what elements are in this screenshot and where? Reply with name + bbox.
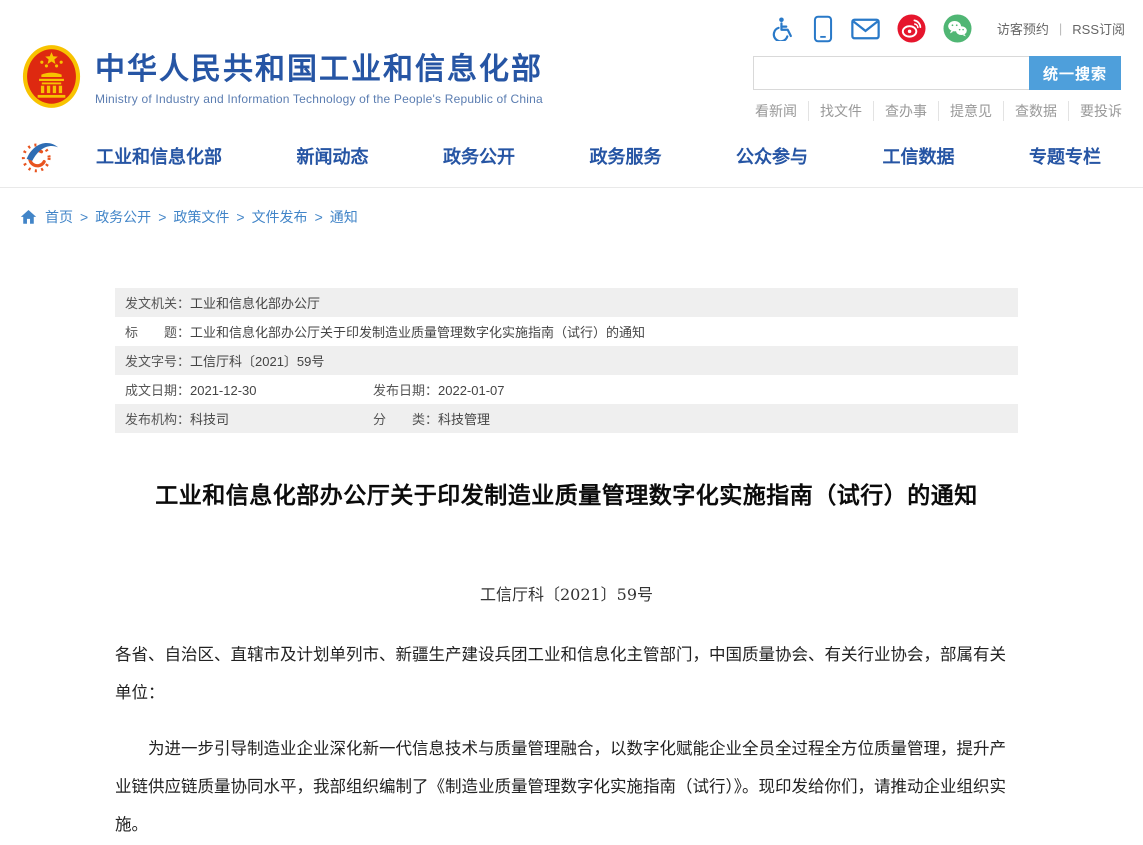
home-icon[interactable] xyxy=(20,209,37,225)
document-title: 工业和信息化部办公厅关于印发制造业质量管理数字化实施指南（试行）的通知 xyxy=(115,476,1018,510)
unified-search-button[interactable]: 统一搜索 xyxy=(1029,56,1121,90)
breadcrumb: 首页 > 政务公开 > 政策文件 > 文件发布 > 通知 xyxy=(20,207,358,227)
meta-row-issuing-office: 发文机关：工业和信息化部办公厅 xyxy=(115,288,1018,317)
document-meta-table: 发文机关：工业和信息化部办公厅 标 题：工业和信息化部办公厅关于印发制造业质量管… xyxy=(115,288,1018,433)
breadcrumb-separator: > xyxy=(236,209,244,225)
breadcrumb-home[interactable]: 首页 xyxy=(45,207,73,227)
quick-link-data[interactable]: 查数据 xyxy=(1004,101,1069,121)
meta-label: 发布机构： xyxy=(125,412,190,427)
quick-links: 看新闻 找文件 查办事 提意见 查数据 要投诉 xyxy=(753,101,1121,121)
nav-item-public-participation[interactable]: 公众参与 xyxy=(736,143,808,169)
breadcrumb-separator: > xyxy=(315,209,323,225)
breadcrumb-document-release[interactable]: 文件发布 xyxy=(252,207,308,227)
meta-value: 工业和信息化部办公厅 xyxy=(190,296,320,311)
document-number: 工信厅科〔2021〕59号 xyxy=(115,581,1018,605)
search-area: 统一搜索 看新闻 找文件 查办事 提意见 查数据 要投诉 xyxy=(753,56,1121,121)
nav-item-industry-data[interactable]: 工信数据 xyxy=(883,143,955,169)
quick-link-services[interactable]: 查办事 xyxy=(874,101,939,121)
quick-link-feedback[interactable]: 提意见 xyxy=(939,101,1004,121)
national-emblem xyxy=(22,43,81,115)
meta-label: 发文字号： xyxy=(125,354,190,369)
breadcrumb-policy-documents[interactable]: 政策文件 xyxy=(173,207,229,227)
site-header: 中华人民共和国工业和信息化部 Ministry of Industry and … xyxy=(22,36,1121,121)
main-nav: 工业和信息化部 新闻动态 政务公开 政务服务 公众参与 工信数据 专题专栏 xyxy=(0,125,1143,188)
breadcrumb-gov-disclosure[interactable]: 政务公开 xyxy=(95,207,151,227)
meta-row-publisher-category: 发布机构：科技司 分 类：科技管理 xyxy=(115,404,1018,433)
brand-text: 中华人民共和国工业和信息化部 Ministry of Industry and … xyxy=(95,51,543,107)
meta-value: 科技司 xyxy=(190,412,229,427)
meta-label: 分 类： xyxy=(373,412,438,427)
nav-item-miit[interactable]: 工业和信息化部 xyxy=(96,143,222,169)
nav-item-special-topics[interactable]: 专题专栏 xyxy=(1029,143,1101,169)
quick-link-news[interactable]: 看新闻 xyxy=(753,101,809,121)
breadcrumb-notice[interactable]: 通知 xyxy=(330,207,358,227)
meta-value: 工信厅科〔2021〕59号 xyxy=(190,354,324,369)
nav-item-gov-services[interactable]: 政务服务 xyxy=(590,143,662,169)
quick-link-documents[interactable]: 找文件 xyxy=(809,101,874,121)
breadcrumb-separator: > xyxy=(80,209,88,225)
topbar-divider: | xyxy=(1059,21,1062,36)
document-salutation: 各省、自治区、直辖市及计划单列市、新疆生产建设兵团工业和信息化主管部门，中国质量… xyxy=(115,636,1018,712)
miit-logo-icon xyxy=(20,135,62,177)
nav-item-gov-disclosure[interactable]: 政务公开 xyxy=(443,143,515,169)
nav-item-news[interactable]: 新闻动态 xyxy=(297,143,369,169)
site-subtitle: Ministry of Industry and Information Tec… xyxy=(95,92,543,106)
meta-value: 2021-12-30 xyxy=(190,383,257,398)
meta-row-dates: 成文日期：2021-12-30 发布日期：2022-01-07 xyxy=(115,375,1018,404)
document-content: 发文机关：工业和信息化部办公厅 标 题：工业和信息化部办公厅关于印发制造业质量管… xyxy=(115,288,1018,845)
search-input[interactable] xyxy=(753,56,1029,90)
quick-link-complaint[interactable]: 要投诉 xyxy=(1069,101,1122,121)
meta-value: 工业和信息化部办公厅关于印发制造业质量管理数字化实施指南（试行）的通知 xyxy=(190,325,645,340)
meta-value: 2022-01-07 xyxy=(438,383,505,398)
brand: 中华人民共和国工业和信息化部 Ministry of Industry and … xyxy=(22,36,543,121)
site-title: 中华人民共和国工业和信息化部 xyxy=(95,51,543,89)
meta-label: 发文机关： xyxy=(125,296,190,311)
breadcrumb-separator: > xyxy=(158,209,166,225)
meta-label: 成文日期： xyxy=(125,383,190,398)
meta-label: 标 题： xyxy=(125,325,190,340)
meta-row-doc-number: 发文字号：工信厅科〔2021〕59号 xyxy=(115,346,1018,375)
page: 访客预约 | RSS订阅 xyxy=(0,0,1143,845)
document-body-paragraph: 为进一步引导制造业企业深化新一代信息技术与质量管理融合，以数字化赋能企业全员全过… xyxy=(115,730,1018,844)
meta-value: 科技管理 xyxy=(438,412,490,427)
meta-row-title: 标 题：工业和信息化部办公厅关于印发制造业质量管理数字化实施指南（试行）的通知 xyxy=(115,317,1018,346)
meta-label: 发布日期： xyxy=(373,383,438,398)
